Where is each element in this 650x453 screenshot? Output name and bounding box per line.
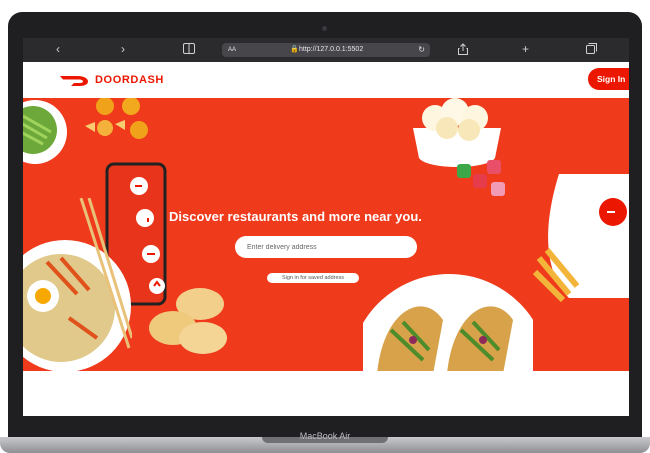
chevron-right-icon[interactable]: ›	[121, 42, 125, 56]
camera-dot	[322, 26, 327, 31]
fries-bag-image	[532, 174, 629, 303]
saved-address-button[interactable]: Sign in for saved address	[267, 273, 359, 283]
greens-bowl-image	[23, 100, 67, 164]
delivery-address-input[interactable]	[235, 236, 417, 258]
tacos-plate-image	[363, 274, 533, 371]
address-bar[interactable]: AA 🔒 http://127.0.0.1:5502 ↻	[222, 43, 430, 57]
browser-toolbar: ‹ › AA 🔒 http://127.0.0.1:5502 ↻ +	[23, 38, 629, 62]
sidebar-icon[interactable]	[183, 43, 195, 57]
reload-icon[interactable]: ↻	[418, 43, 425, 57]
site-header: DOORDASH Sign In	[23, 62, 629, 98]
address-text[interactable]: http://127.0.0.1:5502	[299, 43, 363, 57]
gummies-image	[457, 160, 505, 196]
plus-icon[interactable]: +	[522, 42, 529, 56]
hero-headline: Discover restaurants and more near you.	[169, 209, 422, 224]
text-size-button[interactable]: AA	[228, 43, 236, 57]
candies-image	[85, 98, 148, 139]
page-below-hero	[23, 371, 629, 416]
laptop-brand-label: MacBook Air	[299, 431, 351, 441]
doordash-logo-icon	[60, 76, 88, 86]
chips-image	[149, 288, 227, 354]
hero-banner: Discover restaurants and more near you. …	[23, 98, 629, 371]
browser-window: ‹ › AA 🔒 http://127.0.0.1:5502 ↻ + DOORD…	[23, 38, 629, 416]
logo-wordmark: DOORDASH	[95, 74, 164, 86]
share-icon[interactable]	[458, 43, 468, 58]
lock-icon: 🔒	[290, 46, 299, 53]
chevron-left-icon[interactable]: ‹	[56, 42, 60, 56]
doordash-logo[interactable]: DOORDASH	[59, 72, 164, 88]
tabs-icon[interactable]	[586, 43, 597, 57]
sign-in-button[interactable]: Sign In	[588, 68, 629, 90]
